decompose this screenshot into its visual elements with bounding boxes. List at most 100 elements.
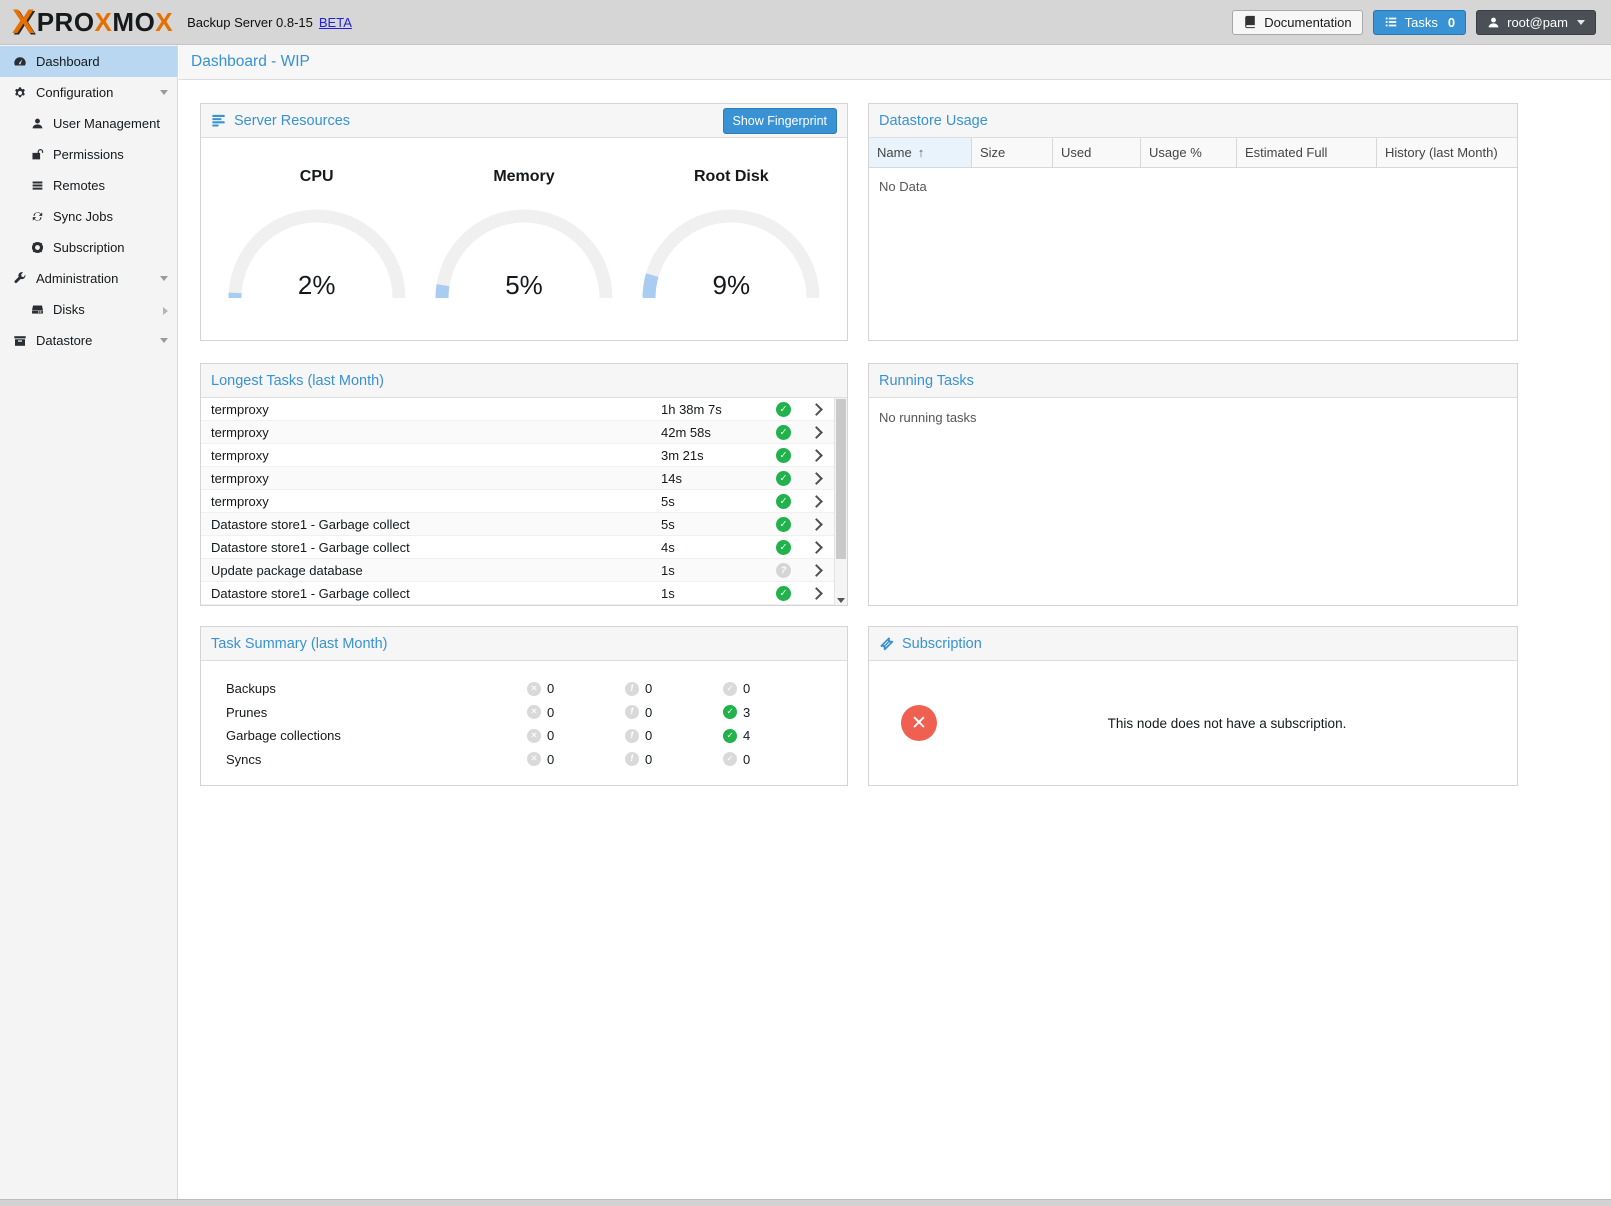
gauge-value: 9% — [641, 270, 821, 301]
error-icon — [527, 682, 541, 696]
documentation-button[interactable]: Documentation — [1232, 10, 1362, 35]
sidebar-item-label: Configuration — [36, 85, 113, 100]
column-header-history[interactable]: History (last Month) — [1377, 138, 1517, 167]
column-header-usage-pct[interactable]: Usage % — [1141, 138, 1237, 167]
ok-count: 3 — [743, 705, 750, 720]
chevron-right-icon[interactable] — [801, 566, 834, 575]
task-status-icon — [766, 494, 801, 509]
task-name: termproxy — [201, 494, 661, 509]
chevron-down-icon[interactable] — [160, 338, 168, 343]
user-menu-button[interactable]: root@pam — [1476, 10, 1596, 35]
chevron-right-icon[interactable] — [801, 520, 834, 529]
warning-count: 0 — [645, 752, 652, 767]
chevron-down-icon[interactable] — [160, 90, 168, 95]
summary-label: Prunes — [201, 705, 527, 720]
gauge-label: Memory — [420, 168, 627, 186]
task-row[interactable]: Update package database 1s — [201, 559, 834, 582]
sidebar-item-user-management[interactable]: User Management — [0, 108, 177, 139]
user-icon — [1487, 16, 1500, 29]
gauge-value: 5% — [434, 270, 614, 301]
sidebar-item-administration[interactable]: Administration — [0, 263, 177, 294]
user-icon — [27, 117, 47, 130]
scrollbar-down-button[interactable] — [835, 598, 847, 603]
bars-icon — [211, 113, 226, 128]
task-row[interactable]: Datastore store1 - Garbage collect 1s — [201, 582, 834, 605]
task-name: Datastore store1 - Garbage collect — [201, 517, 661, 532]
proxmox-logo-mark: X — [12, 5, 35, 39]
task-row[interactable]: termproxy 1h 38m 7s — [201, 398, 834, 421]
hdd-icon — [27, 303, 47, 316]
tasks-label: Tasks — [1405, 15, 1438, 30]
scrollbar[interactable] — [834, 398, 847, 605]
task-status-icon — [766, 540, 801, 555]
wrench-icon — [10, 272, 30, 286]
task-duration: 1h 38m 7s — [661, 402, 766, 417]
task-row[interactable]: termproxy 14s — [201, 467, 834, 490]
task-status-icon — [766, 586, 801, 601]
task-status-icon — [766, 517, 801, 532]
warning-icon — [625, 682, 639, 696]
task-status-icon — [766, 448, 801, 463]
sidebar-item-sync-jobs[interactable]: Sync Jobs — [0, 201, 177, 232]
subscription-message: This node does not have a subscription. — [937, 716, 1517, 731]
gears-icon — [10, 86, 30, 100]
server-resources-panel: Server Resources Show Fingerprint CPU 2% — [200, 103, 848, 341]
summary-row-syncs: Syncs 0 0 0 — [201, 748, 847, 772]
beta-link[interactable]: BETA — [319, 15, 352, 30]
column-header-estimated-full[interactable]: Estimated Full — [1237, 138, 1377, 167]
task-duration: 42m 58s — [661, 425, 766, 440]
task-name: Update package database — [201, 563, 661, 578]
chevron-right-icon[interactable] — [801, 405, 834, 414]
summary-row-prunes: Prunes 0 0 3 — [201, 701, 847, 725]
chevron-down-icon[interactable] — [160, 276, 168, 281]
sidebar-item-configuration[interactable]: Configuration — [0, 77, 177, 108]
sidebar-item-label: Remotes — [53, 178, 105, 193]
sidebar-item-dashboard[interactable]: Dashboard — [0, 46, 177, 77]
task-summary-panel: Task Summary (last Month) Backups 0 0 0 … — [200, 626, 848, 786]
top-header-bar: X PROXMOX Backup Server 0.8-15 BETA Docu… — [0, 0, 1611, 45]
task-row[interactable]: Datastore store1 - Garbage collect 4s — [201, 536, 834, 559]
error-count: 0 — [547, 681, 554, 696]
error-icon — [527, 705, 541, 719]
chevron-right-icon[interactable] — [801, 451, 834, 460]
book-icon — [1243, 15, 1257, 29]
sync-icon — [27, 210, 47, 223]
panel-title: Longest Tasks (last Month) — [211, 373, 384, 389]
documentation-label: Documentation — [1264, 15, 1351, 30]
error-count: 0 — [547, 728, 554, 743]
ok-count: 0 — [743, 752, 750, 767]
sidebar-item-label: Permissions — [53, 147, 124, 162]
sidebar-item-remotes[interactable]: Remotes — [0, 170, 177, 201]
sidebar-item-disks[interactable]: Disks — [0, 294, 177, 325]
longest-tasks-panel: Longest Tasks (last Month) termproxy 1h … — [200, 363, 848, 606]
column-header-used[interactable]: Used — [1053, 138, 1141, 167]
chevron-right-icon[interactable] — [801, 497, 834, 506]
task-row[interactable]: termproxy 42m 58s — [201, 421, 834, 444]
sidebar-item-permissions[interactable]: Permissions — [0, 139, 177, 170]
column-header-name[interactable]: Name↑ — [869, 138, 972, 167]
column-header-size[interactable]: Size — [972, 138, 1053, 167]
chevron-right-icon[interactable] — [801, 589, 834, 598]
scrollbar-thumb[interactable] — [836, 399, 846, 559]
datastore-usage-panel: Datastore Usage Name↑ Size Used Usage % … — [868, 103, 1518, 341]
chevron-right-icon[interactable] — [801, 474, 834, 483]
page-title: Dashboard - WIP — [179, 45, 1611, 80]
subscription-panel: Subscription This node does not have a s… — [868, 626, 1518, 786]
warning-count: 0 — [645, 728, 652, 743]
task-row[interactable]: Datastore store1 - Garbage collect 5s — [201, 513, 834, 536]
ok-count: 4 — [743, 728, 750, 743]
show-fingerprint-button[interactable]: Show Fingerprint — [723, 108, 838, 134]
summary-row-garbage-collections: Garbage collections 0 0 4 — [201, 724, 847, 748]
task-row[interactable]: termproxy 3m 21s — [201, 444, 834, 467]
task-row[interactable]: termproxy 5s — [201, 490, 834, 513]
chevron-right-icon[interactable] — [801, 543, 834, 552]
warning-count: 0 — [645, 681, 652, 696]
chevron-right-icon[interactable] — [801, 428, 834, 437]
chevron-right-icon[interactable] — [163, 307, 168, 315]
sidebar-item-subscription[interactable]: Subscription — [0, 232, 177, 263]
panel-title: Task Summary (last Month) — [211, 636, 387, 652]
task-duration: 3m 21s — [661, 448, 766, 463]
tasks-button[interactable]: Tasks 0 — [1373, 10, 1466, 35]
sidebar-item-label: Administration — [36, 271, 118, 286]
sidebar-item-datastore[interactable]: Datastore — [0, 325, 177, 356]
